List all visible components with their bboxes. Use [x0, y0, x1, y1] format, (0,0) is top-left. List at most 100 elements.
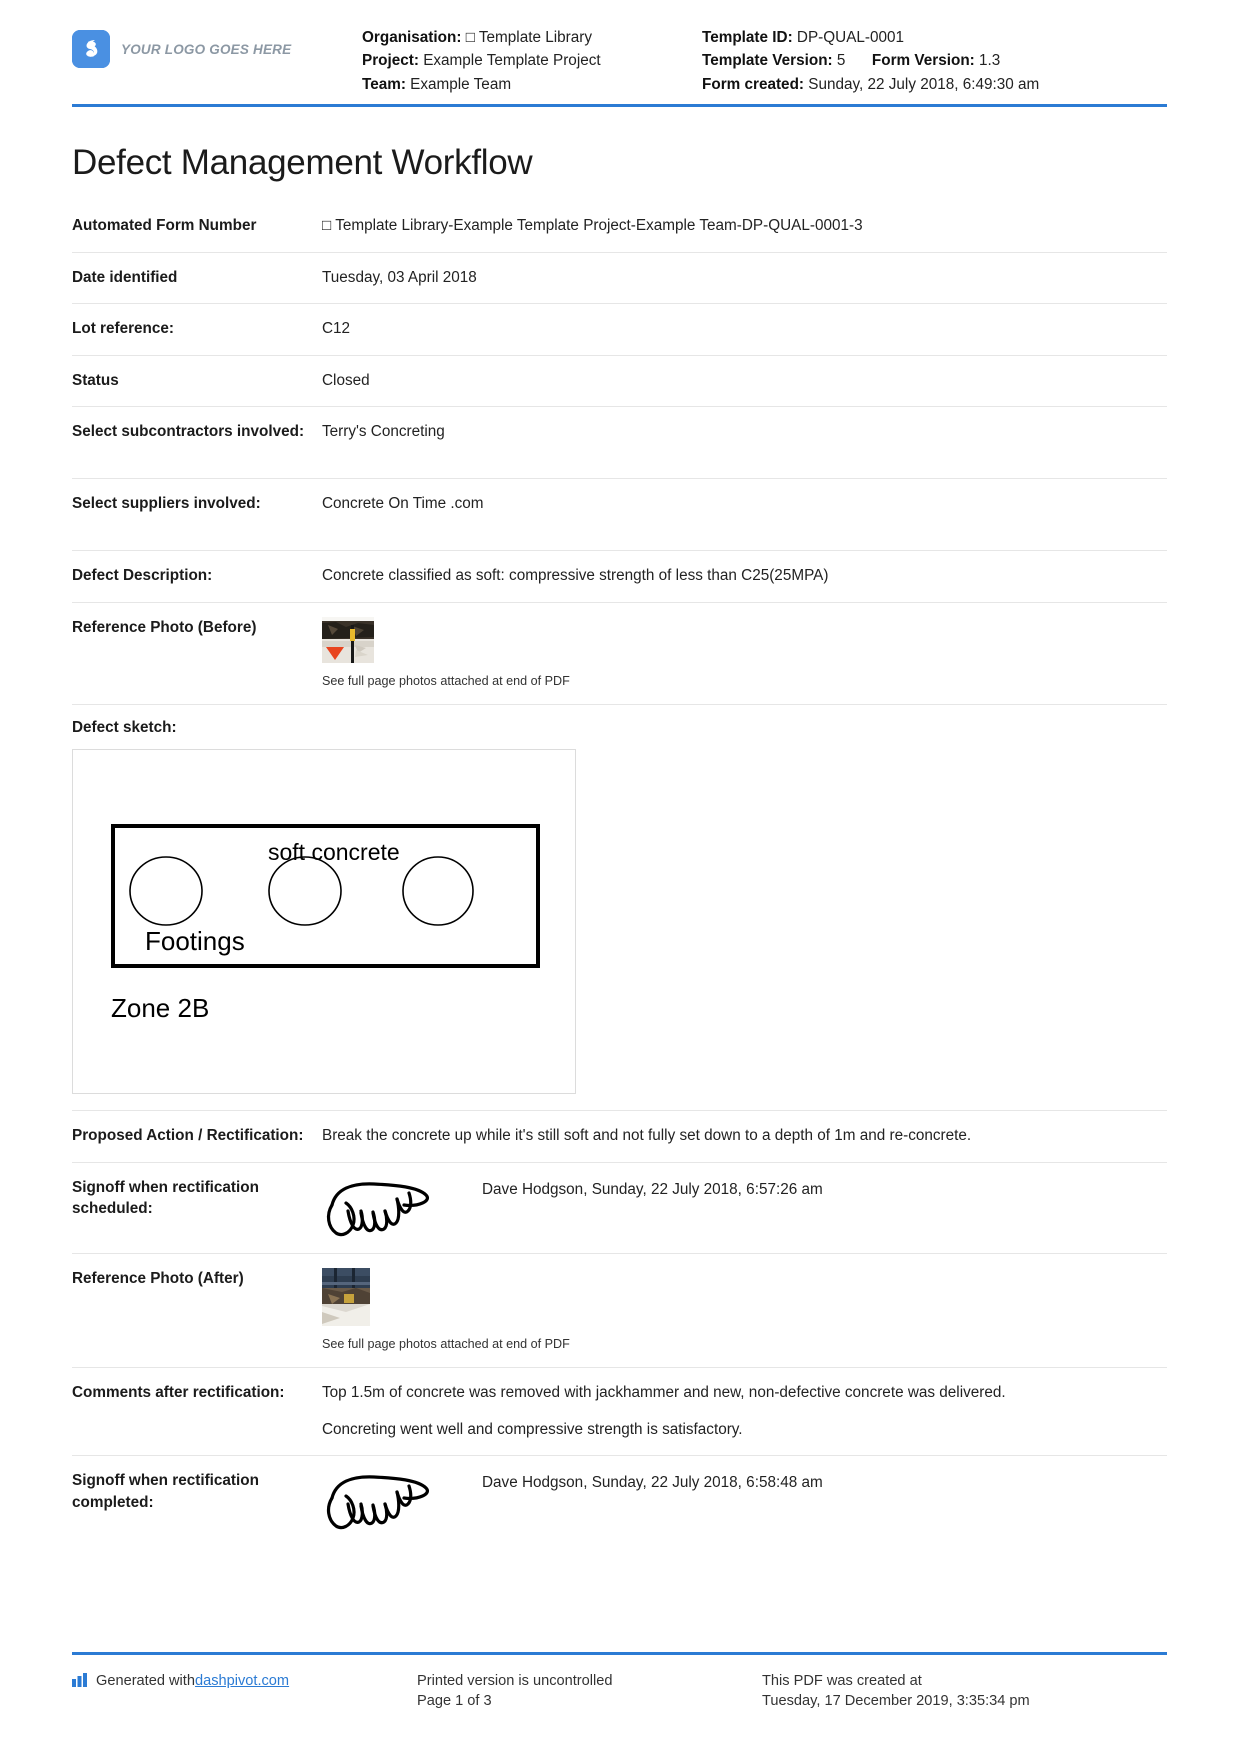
field-row-subcontractors: Select subcontractors involved: Terry's … [72, 406, 1167, 478]
date-identified-value: Tuesday, 03 April 2018 [322, 268, 477, 286]
footer-created-at-value: Tuesday, 17 December 2019, 3:35:34 pm [762, 1693, 1030, 1710]
document-footer: Generated with dashpivot.com Printed ver… [72, 1651, 1167, 1712]
comments-after-paragraph-1: Top 1.5m of concrete was removed with ja… [322, 1384, 1006, 1402]
logo-text: YOUR LOGO GOES HERE [121, 41, 292, 57]
proposed-action-value: Break the concrete up while it's still s… [322, 1127, 972, 1145]
field-row-automated-form-number: Automated Form Number □ Template Library… [72, 201, 1167, 251]
field-row-comments-after: Comments after rectification: Top 1.5m o… [72, 1367, 1167, 1455]
document-page: YOUR LOGO GOES HERE Organisation: □ Temp… [0, 0, 1239, 1754]
reference-photo-before-caption: See full page photos attached at end of … [322, 673, 570, 688]
field-row-signoff-completed: Signoff when rectification completed: Da… [72, 1455, 1167, 1546]
template-id-value: DP-QUAL-0001 [796, 29, 905, 46]
footer-created-at: This PDF was created at Tuesday, 17 Dece… [762, 1671, 1167, 1712]
organisation-line: Organisation: □ Template Library [362, 26, 702, 49]
lot-reference-value: C12 [322, 320, 351, 338]
proposed-action-label: Proposed Action / Rectification: [72, 1127, 304, 1145]
footer-page-number: Page 1 of 3 [417, 1693, 492, 1710]
reference-photo-after-label: Reference Photo (After) [72, 1269, 244, 1287]
field-row-signoff-scheduled: Signoff when rectification scheduled: Da… [72, 1161, 1167, 1253]
subcontractors-label: Select subcontractors involved: [72, 423, 305, 441]
team-value: Example Team [410, 75, 512, 93]
version-line: Template Version: 5 Form Version: 1.3 [702, 49, 1167, 72]
suppliers-label: Select suppliers involved: [72, 495, 261, 513]
suppliers-value: Concrete On Time .com [322, 495, 484, 513]
logo-block: YOUR LOGO GOES HERE [72, 18, 362, 68]
signoff-scheduled-text: Dave Hodgson, Sunday, 22 July 2018, 6:57… [482, 1180, 823, 1198]
signature-icon [326, 1475, 429, 1530]
status-label: Status [72, 371, 119, 389]
field-row-proposed-action: Proposed Action / Rectification: Break t… [72, 1110, 1167, 1161]
footer-generated-with: Generated with dashpivot.com [72, 1671, 417, 1712]
footer-uncontrolled-text: Printed version is uncontrolled [417, 1672, 613, 1689]
reference-photo-before-value: See full page photos attached at end of … [322, 616, 1167, 691]
reference-photo-after-value: See full page photos attached at end of … [322, 1267, 1167, 1354]
defect-sketch-drawing: soft concrete Footings Zone 2B [73, 750, 575, 1094]
sketch-zone-text: Zone 2B [111, 993, 209, 1023]
signature-scheduled-image [322, 1177, 447, 1239]
comments-after-label: Comments after rectification: [72, 1384, 285, 1402]
lot-reference-label: Lot reference: [72, 320, 175, 338]
photo-after-image[interactable] [322, 1267, 370, 1326]
form-created-value: Sunday, 22 July 2018, 6:49:30 am [808, 75, 1040, 93]
form-created-label: Form created: [702, 75, 805, 93]
header-divider [72, 104, 1167, 108]
field-row-suppliers: Select suppliers involved: Concrete On T… [72, 478, 1167, 550]
defect-sketch-label: Defect sketch: [72, 719, 177, 737]
template-id-line: Template ID: DP-QUAL-0001 [702, 26, 1167, 49]
field-row-defect-sketch: Defect sketch: soft concrete Footings Zo… [72, 704, 1167, 1095]
project-value: Example Template Project [423, 52, 601, 70]
automated-form-number-label: Automated Form Number [72, 217, 257, 235]
defect-description-label: Defect Description: [72, 567, 213, 585]
signature-icon [326, 1181, 429, 1236]
bar-chart-icon [72, 1671, 88, 1694]
field-row-lot-reference: Lot reference: C12 [72, 303, 1167, 354]
template-id-label: Template ID: [702, 29, 793, 46]
signoff-completed-text: Dave Hodgson, Sunday, 22 July 2018, 6:58… [482, 1474, 823, 1492]
organisation-label: Organisation: [362, 29, 462, 46]
form-version-label: Form Version: [871, 52, 975, 70]
signature-completed-image [322, 1470, 447, 1532]
header-meta-left: Organisation: □ Template Library Project… [362, 26, 702, 96]
signoff-completed-value: Dave Hodgson, Sunday, 22 July 2018, 6:58… [322, 1470, 1167, 1532]
reference-photo-before-thumbnail[interactable] [322, 616, 1167, 663]
project-line: Project: Example Template Project [362, 49, 702, 72]
template-version-label: Template Version: [702, 52, 833, 70]
footer-divider [72, 1651, 1167, 1655]
form-fields: Automated Form Number □ Template Library… [72, 201, 1167, 1546]
automated-form-number-value: □ Template Library-Example Template Proj… [322, 217, 863, 235]
sketch-soft-concrete-text: soft concrete [268, 839, 400, 865]
project-label: Project: [362, 52, 419, 70]
organisation-value: □ Template Library [465, 29, 592, 46]
footer-generated-prefix: Generated with [96, 1672, 195, 1689]
field-row-defect-description: Defect Description: Concrete classified … [72, 550, 1167, 601]
signoff-completed-label: Signoff when rectification completed: [72, 1472, 259, 1511]
footer-page-info: Printed version is uncontrolled Page 1 o… [417, 1671, 762, 1712]
reference-photo-after-caption: See full page photos attached at end of … [322, 1336, 570, 1351]
team-label: Team: [362, 75, 406, 93]
form-created-line: Form created: Sunday, 22 July 2018, 6:49… [702, 73, 1167, 96]
field-row-status: Status Closed [72, 354, 1167, 406]
defect-sketch-canvas[interactable]: soft concrete Footings Zone 2B [72, 749, 576, 1095]
field-row-date-identified: Date identified Tuesday, 03 April 2018 [72, 251, 1167, 303]
dashpivot-link[interactable]: dashpivot.com [195, 1671, 289, 1692]
defect-description-value: Concrete classified as soft: compressive… [322, 567, 829, 585]
form-version-value: 1.3 [979, 52, 1001, 70]
date-identified-label: Date identified [72, 268, 178, 286]
header-meta-right: Template ID: DP-QUAL-0001 Template Versi… [702, 26, 1167, 96]
comments-after-paragraph-2: Concreting went well and compressive str… [322, 1420, 743, 1438]
reference-photo-before-label: Reference Photo (Before) [72, 618, 257, 636]
field-row-reference-photo-before: Reference Photo (Before) See full page p… [72, 601, 1167, 705]
team-line: Team: Example Team [362, 73, 702, 96]
company-logo-icon [72, 30, 110, 68]
field-row-reference-photo-after: Reference Photo (After) See full page ph… [72, 1252, 1167, 1368]
footer-created-at-label: This PDF was created at [762, 1672, 922, 1689]
signoff-scheduled-value: Dave Hodgson, Sunday, 22 July 2018, 6:57… [322, 1177, 1167, 1239]
header-meta: Organisation: □ Template Library Project… [362, 18, 1167, 96]
status-value: Closed [322, 371, 370, 389]
photo-before-image[interactable] [322, 616, 374, 663]
template-version-value: 5 [836, 52, 846, 70]
page-title: Defect Management Workflow [72, 143, 533, 183]
reference-photo-after-thumbnail[interactable] [322, 1267, 1167, 1326]
document-header: YOUR LOGO GOES HERE Organisation: □ Temp… [0, 0, 1239, 96]
subcontractors-value: Terry's Concreting [322, 423, 445, 441]
